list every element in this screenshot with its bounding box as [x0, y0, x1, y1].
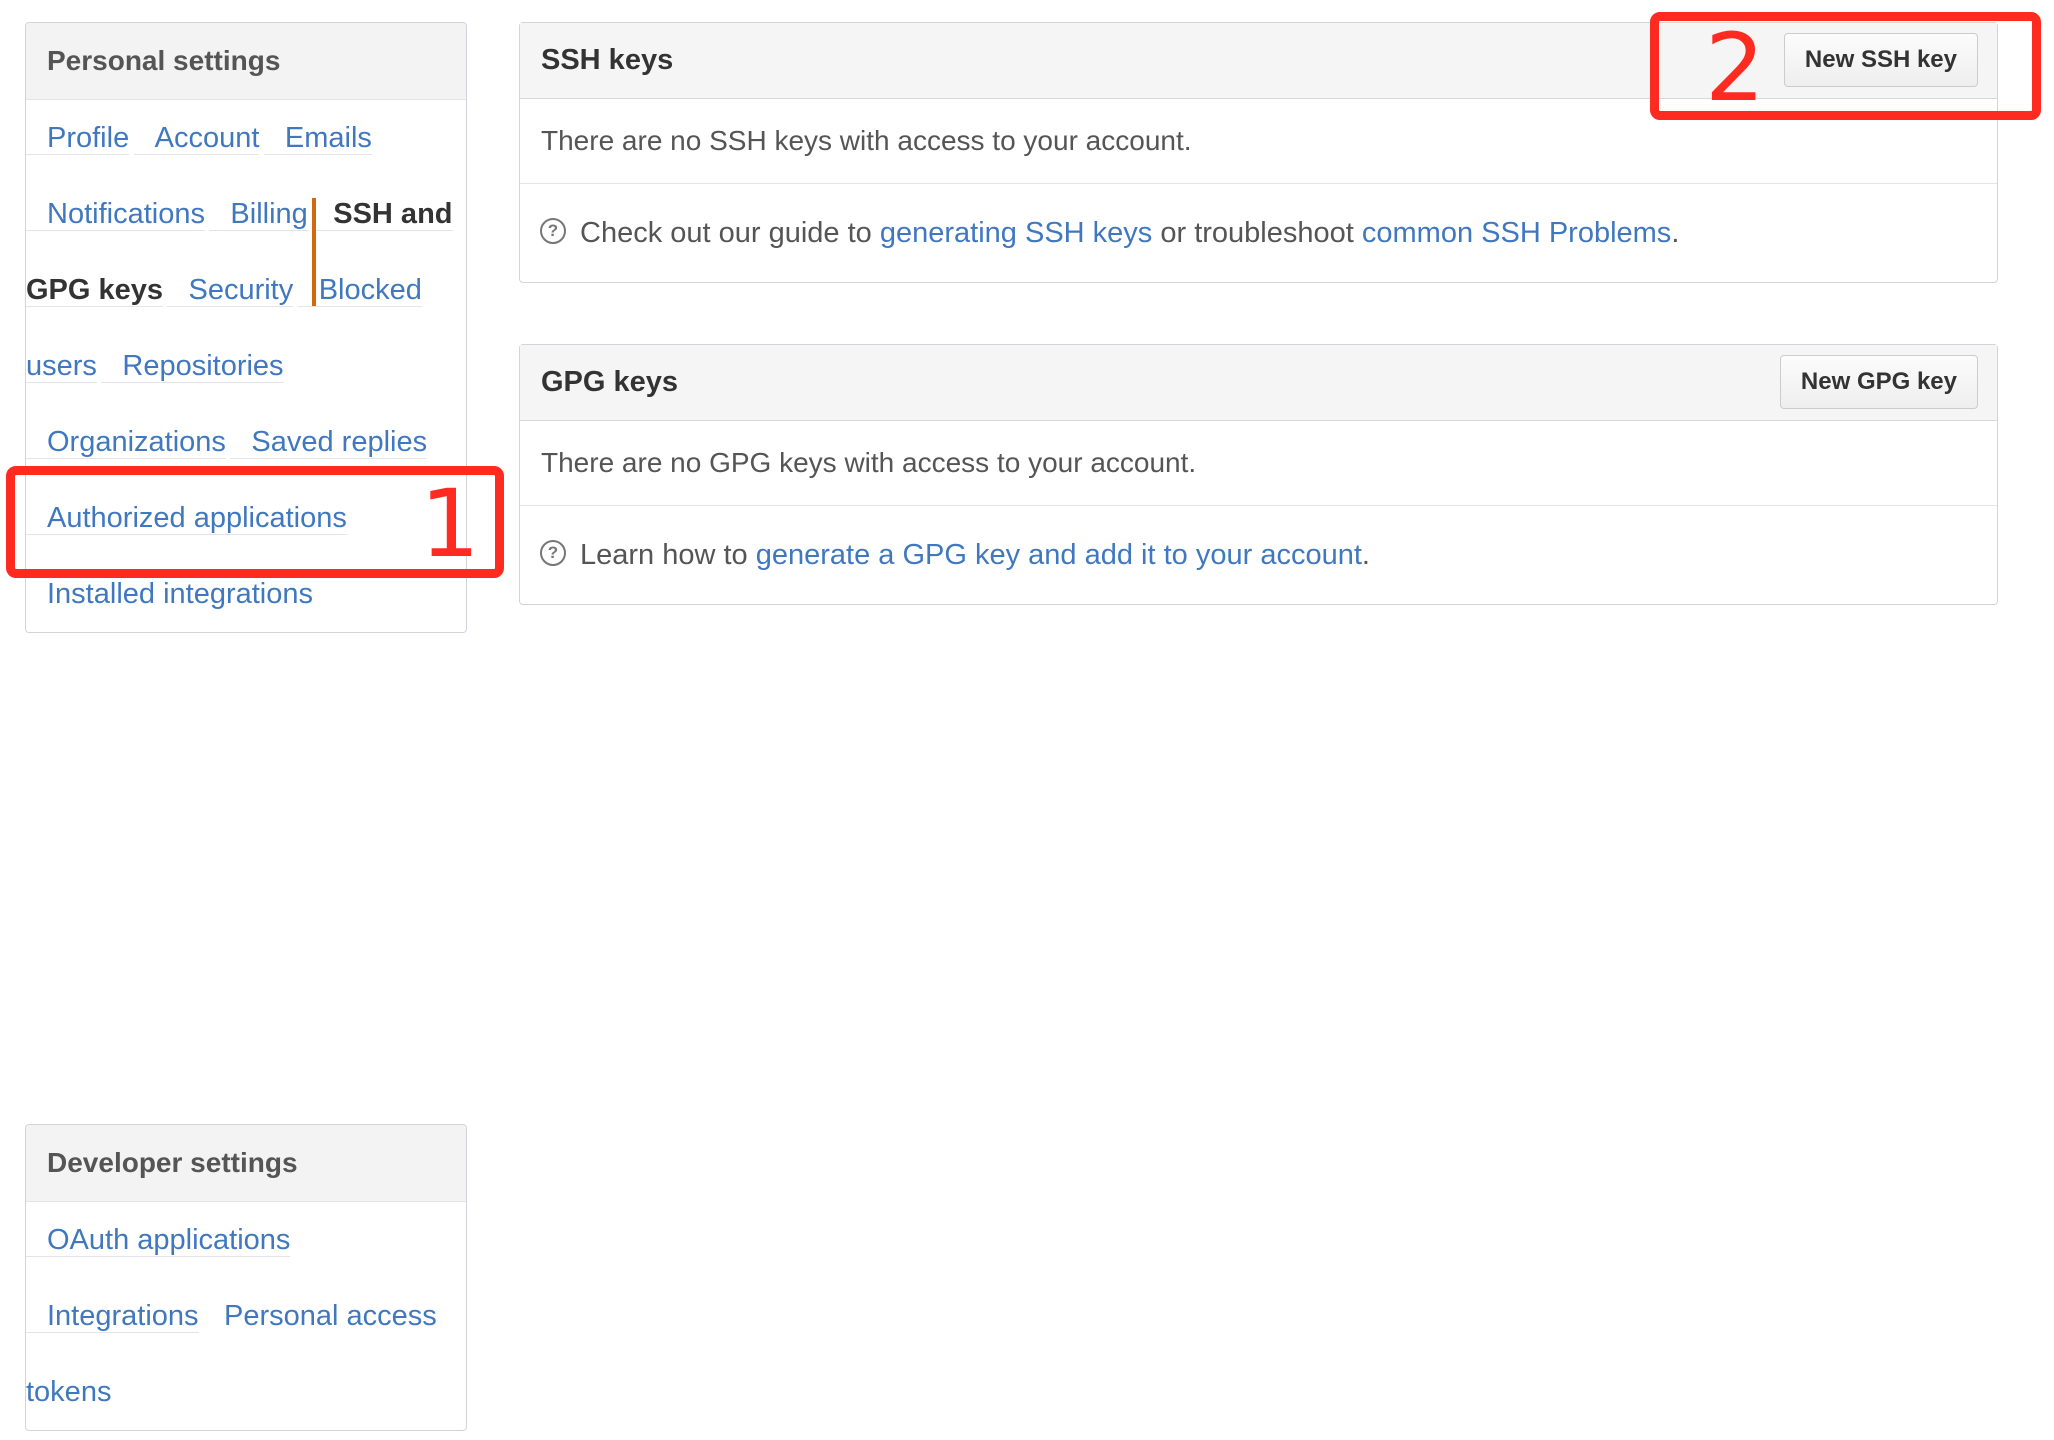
sidebar-item-repositories[interactable]: Repositories — [101, 350, 284, 383]
generating-ssh-keys-link[interactable]: generating SSH keys — [880, 217, 1152, 249]
gpg-help-text: ? Learn how to generate a GPG key and add… — [520, 506, 1997, 604]
ssh-help-prefix: Check out our guide to — [580, 217, 880, 249]
gpg-help-suffix: . — [1361, 539, 1370, 571]
gpg-keys-empty-message: There are no GPG keys with access to you… — [520, 421, 1997, 506]
gpg-help-prefix: Learn how to — [580, 539, 756, 571]
sidebar-item-profile[interactable]: Profile — [26, 122, 130, 155]
question-circle-icon: ? — [540, 540, 566, 567]
gpg-keys-header: GPG keys New GPG key — [520, 345, 1997, 421]
ssh-help-text: ? Check out our guide to generating SSH k… — [520, 184, 1997, 282]
sidebar-item-organizations[interactable]: Organizations — [26, 426, 226, 459]
developer-settings-heading: Developer settings — [26, 1125, 466, 1202]
ssh-help-suffix: . — [1671, 217, 1680, 249]
sidebar-item-saved-replies[interactable]: Saved replies — [230, 426, 428, 459]
sidebar-item-oauth-applications[interactable]: OAuth applications — [26, 1224, 291, 1257]
annotation-number-2: 2 — [1705, 14, 1765, 123]
gpg-keys-title: GPG keys — [541, 366, 679, 398]
common-ssh-problems-link[interactable]: common SSH Problems — [1362, 217, 1671, 249]
question-circle-icon: ? — [540, 218, 566, 245]
sidebar-item-security[interactable]: Security — [167, 274, 294, 307]
sidebar-item-installed-integrations[interactable]: Installed integrations — [26, 578, 313, 610]
sidebar-item-integrations[interactable]: Integrations — [26, 1300, 199, 1333]
ssh-help-middle: or troubleshoot — [1152, 217, 1362, 249]
generate-gpg-key-link[interactable]: generate a GPG key and add it to your ac… — [756, 539, 1362, 571]
developer-settings-menu: Developer settings OAuth applications In… — [25, 1124, 467, 1431]
sidebar-item-billing[interactable]: Billing — [209, 198, 308, 231]
annotation-number-1: 1 — [420, 470, 480, 579]
new-gpg-key-button[interactable]: New GPG key — [1779, 355, 1978, 409]
sidebar-item-notifications[interactable]: Notifications — [26, 198, 205, 231]
sidebar-item-account[interactable]: Account — [133, 122, 260, 155]
sidebar-item-emails[interactable]: Emails — [263, 122, 372, 155]
gpg-keys-panel: GPG keys New GPG key There are no GPG ke… — [519, 344, 1998, 605]
ssh-keys-title: SSH keys — [541, 44, 674, 76]
personal-settings-heading: Personal settings — [26, 23, 466, 100]
